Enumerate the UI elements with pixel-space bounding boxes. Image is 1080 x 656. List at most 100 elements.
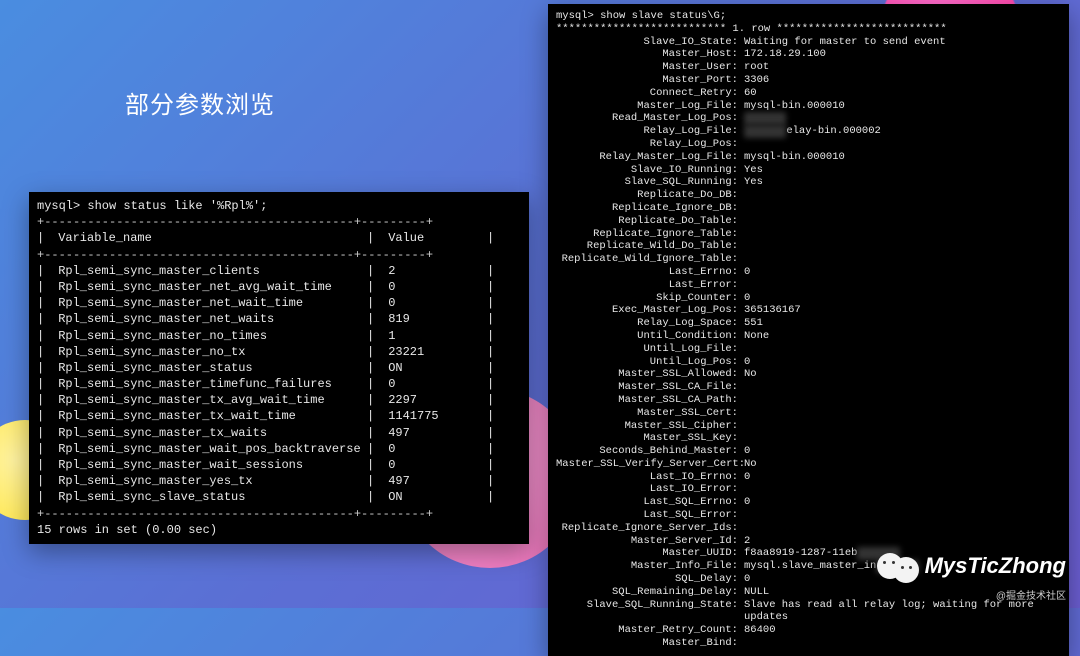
status-key: Last_Errno: [556, 266, 742, 279]
table-row: | Rpl_semi_sync_master_status| ON| [37, 360, 521, 376]
status-value [742, 215, 1061, 228]
status-value [742, 138, 1061, 151]
status-key: Slave_IO_State: [556, 36, 742, 49]
status-key: Replicate_Wild_Ignore_Table: [556, 253, 742, 266]
table-row: | Rpl_semi_sync_master_wait_pos_backtrav… [37, 441, 521, 457]
status-row: Replicate_Wild_Ignore_Table: [556, 253, 1061, 266]
table-row: | Rpl_semi_sync_master_yes_tx| 497| [37, 473, 521, 489]
status-key: Master_SSL_CA_Path: [556, 394, 742, 407]
status-row: Master_Port:3306 [556, 74, 1061, 87]
status-row: Last_SQL_Error: [556, 509, 1061, 522]
status-row: Master_SSL_Key: [556, 432, 1061, 445]
status-row: Replicate_Ignore_Server_Ids: [556, 522, 1061, 535]
var-name: Rpl_semi_sync_master_net_avg_wait_time [58, 280, 332, 294]
status-value [742, 112, 1061, 125]
row-marker: *************************** 1. row *****… [556, 23, 1061, 36]
status-row: Relay_Master_Log_File:mysql-bin.000010 [556, 151, 1061, 164]
status-row: Master_SSL_Verify_Server_Cert:No [556, 458, 1061, 471]
status-value: 0 [742, 445, 1061, 458]
table-row: | Rpl_semi_sync_master_clients| 2| [37, 263, 521, 279]
status-value: 0 [742, 266, 1061, 279]
var-name: Rpl_semi_sync_master_no_times [58, 329, 267, 343]
status-value [742, 483, 1061, 496]
status-key: Connect_Retry: [556, 87, 742, 100]
terminal-left: mysql> show status like '%Rpl%'; +------… [29, 192, 529, 544]
status-value [742, 343, 1061, 356]
result-footer: 15 rows in set (0.00 sec) [37, 522, 521, 538]
mysql-prompt: mysql> show status like '%Rpl%'; [37, 198, 521, 214]
status-row: Seconds_Behind_Master:0 [556, 445, 1061, 458]
status-row: Exec_Master_Log_Pos:365136167 [556, 304, 1061, 317]
table-row: | Rpl_semi_sync_master_net_wait_time| 0| [37, 295, 521, 311]
status-value: None [742, 330, 1061, 343]
status-row: Replicate_Do_Table: [556, 215, 1061, 228]
status-row: Master_SSL_CA_File: [556, 381, 1061, 394]
status-key: Master_User: [556, 61, 742, 74]
table-separator: +---------------------------------------… [37, 506, 521, 522]
status-row: Master_Bind: [556, 637, 1061, 650]
status-row: Master_User:root [556, 61, 1061, 74]
status-value: Yes [742, 176, 1061, 189]
status-value: 0 [742, 356, 1061, 369]
status-key: Master_SSL_Key: [556, 432, 742, 445]
status-value: 2 [742, 535, 1061, 548]
var-name: Rpl_semi_sync_master_no_tx [58, 345, 245, 359]
status-row: Read_Master_Log_Pos: [556, 112, 1061, 125]
status-value [742, 189, 1061, 202]
status-value: 365136167 [742, 304, 1061, 317]
status-key: Replicate_Ignore_Server_Ids: [556, 522, 742, 535]
status-row: Replicate_Wild_Do_Table: [556, 240, 1061, 253]
status-row: Until_Log_Pos:0 [556, 356, 1061, 369]
status-row: Master_SSL_Cipher: [556, 420, 1061, 433]
status-value [742, 509, 1061, 522]
status-row: Relay_Log_File: elay-bin.000002 [556, 125, 1061, 138]
status-key: Replicate_Ignore_DB: [556, 202, 742, 215]
status-key: Slave_SQL_Running: [556, 176, 742, 189]
col-value: Value [388, 231, 424, 245]
status-value: mysql-bin.000010 [742, 100, 1061, 113]
var-name: Rpl_semi_sync_master_wait_pos_backtraver… [58, 442, 360, 456]
status-key: Master_Server_Id: [556, 535, 742, 548]
status-key: Last_IO_Error: [556, 483, 742, 496]
table-row: | Rpl_semi_sync_master_wait_sessions| 0| [37, 457, 521, 473]
status-key: Master_SSL_Verify_Server_Cert: [556, 458, 742, 471]
status-key: Replicate_Do_DB: [556, 189, 742, 202]
status-row: Master_SSL_CA_Path: [556, 394, 1061, 407]
status-row: Last_Error: [556, 279, 1061, 292]
status-key: SQL_Delay: [556, 573, 742, 586]
status-row: Master_SSL_Allowed:No [556, 368, 1061, 381]
status-key: Slave_IO_Running: [556, 164, 742, 177]
var-name: Rpl_semi_sync_master_tx_wait_time [58, 409, 296, 423]
watermark-sub: @掘金技术社区 [996, 587, 1066, 602]
var-name: Rpl_semi_sync_master_clients [58, 264, 260, 278]
status-key: Read_Master_Log_Pos: [556, 112, 742, 125]
table-header: | Variable_name | Value | [37, 230, 521, 246]
status-value: 551 [742, 317, 1061, 330]
status-row: Master_Host:172.18.29.100 [556, 48, 1061, 61]
status-key: Last_Error: [556, 279, 742, 292]
status-row: Last_IO_Errno:0 [556, 471, 1061, 484]
table-row: | Rpl_semi_sync_master_tx_wait_time| 114… [37, 408, 521, 424]
status-value [742, 522, 1061, 535]
status-value [742, 420, 1061, 433]
status-value: 0 [742, 471, 1061, 484]
table-row: | Rpl_semi_sync_master_no_tx| 23221| [37, 344, 521, 360]
status-key: Exec_Master_Log_Pos: [556, 304, 742, 317]
status-row: Master_Log_File:mysql-bin.000010 [556, 100, 1061, 113]
table-row: | Rpl_semi_sync_master_timefunc_failures… [37, 376, 521, 392]
status-value [742, 637, 1061, 650]
status-row: Replicate_Ignore_Table: [556, 228, 1061, 241]
status-key: Skip_Counter: [556, 292, 742, 305]
var-value: 23221 [388, 345, 424, 359]
mysql-prompt: mysql> show slave status\G; [556, 10, 1061, 23]
var-value: 1 [388, 329, 395, 343]
status-key: Master_SSL_CA_File: [556, 381, 742, 394]
var-value: 497 [388, 426, 410, 440]
status-key: SQL_Remaining_Delay: [556, 586, 742, 599]
status-row: Slave_SQL_Running:Yes [556, 176, 1061, 189]
var-name: Rpl_semi_sync_master_net_waits [58, 312, 274, 326]
status-value [742, 228, 1061, 241]
status-key: Last_SQL_Error: [556, 509, 742, 522]
status-row: Last_Errno:0 [556, 266, 1061, 279]
var-name: Rpl_semi_sync_master_wait_sessions [58, 458, 303, 472]
